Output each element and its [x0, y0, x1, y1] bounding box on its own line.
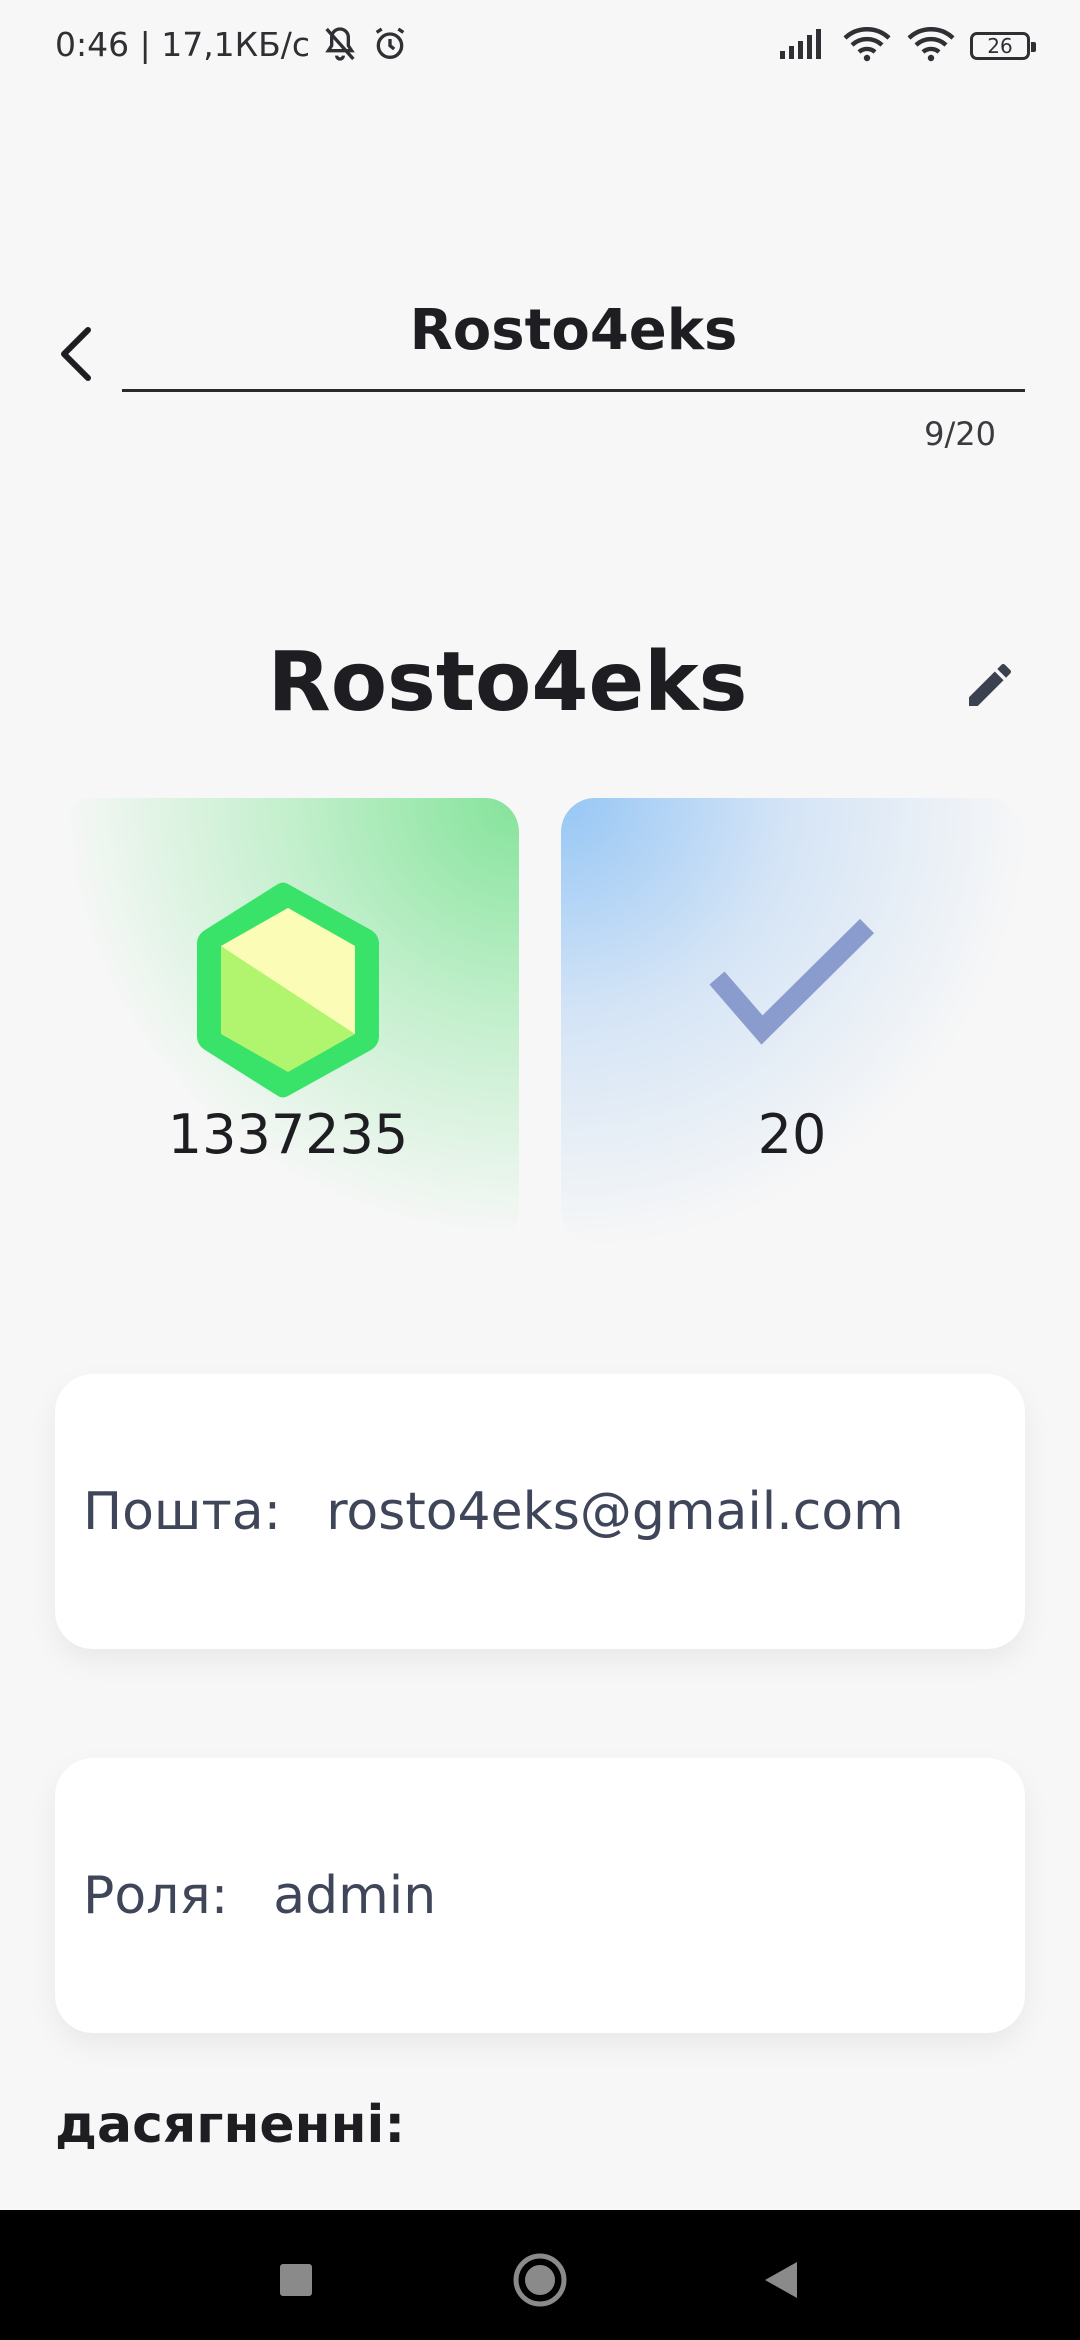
character-counter: 9/20 [924, 415, 996, 453]
chevron-left-icon [61, 327, 91, 381]
completed-card: 20 [561, 798, 1023, 1243]
role-value: admin [273, 1865, 437, 1926]
email-value: rosto4eks@gmail.com [326, 1481, 904, 1542]
home-button[interactable] [505, 2245, 575, 2315]
notifications-muted-icon [320, 24, 360, 64]
square-icon [280, 2264, 312, 2296]
email-label: Пошта: [83, 1481, 282, 1542]
pencil-icon [969, 663, 1012, 706]
gems-value: 1337235 [167, 1103, 409, 1166]
completed-value: 20 [757, 1103, 827, 1166]
gems-card: 1337235 [57, 798, 519, 1243]
role-label: Роля: [83, 1865, 229, 1926]
email-card: Пошта: rosto4eks@gmail.com [55, 1374, 1025, 1649]
checkmark-icon [561, 918, 1023, 1048]
status-bar-left: 0:46 | 17,1КБ/с [55, 24, 410, 64]
back-button[interactable] [48, 318, 104, 390]
title-text[interactable]: Rosto4eks [122, 285, 1025, 371]
system-navigation-bar [0, 2210, 1080, 2340]
role-card: Роля: admin [55, 1758, 1025, 2033]
battery-icon: 26 [970, 32, 1036, 60]
alarm-icon [370, 24, 410, 64]
signal-icon [780, 29, 828, 63]
wifi-icon [842, 26, 892, 66]
recents-button[interactable] [261, 2245, 331, 2315]
battery-level: 26 [987, 34, 1013, 58]
wifi-icon [906, 26, 956, 66]
triangle-back-icon [765, 2262, 797, 2298]
status-time-speed: 0:46 | 17,1КБ/с [55, 24, 311, 64]
edit-button[interactable] [960, 655, 1020, 715]
profile-name: Rosto4eks [267, 635, 748, 730]
title-input[interactable]: Rosto4eks [122, 285, 1025, 392]
status-bar-right: 26 [780, 26, 1036, 66]
achievements-heading: дасягненні: [55, 2095, 406, 2155]
back-nav-button[interactable] [745, 2245, 815, 2315]
circle-icon [513, 2253, 567, 2307]
gem-icon [57, 880, 519, 1100]
